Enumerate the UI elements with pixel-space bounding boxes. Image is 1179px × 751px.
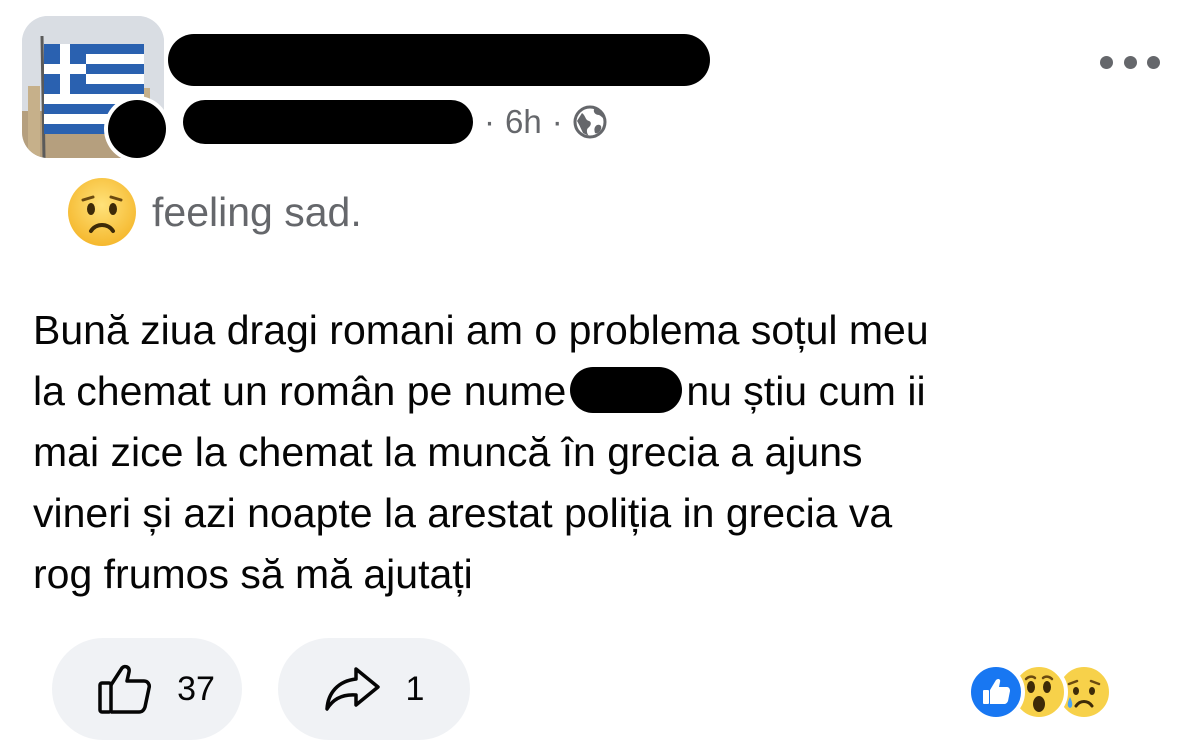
meta-separator: · [551,103,563,140]
more-dot [1147,55,1160,69]
like-button[interactable]: 37 [52,638,242,740]
more-icon[interactable] [1100,50,1160,74]
post-line: rog frumos să mă ajutați [33,551,473,597]
post-avatar-group[interactable] [22,16,170,162]
share-count: 1 [405,669,425,708]
user-avatar[interactable] [104,96,170,162]
like-count: 37 [177,669,215,708]
sad-face-icon [68,178,136,246]
user-avatar-redacted [108,100,166,158]
post-line: Bună ziua dragi romani am o problema soț… [33,307,929,353]
feeling-activity[interactable]: feeling sad. [66,176,362,248]
post-meta: · 6h · [484,100,607,144]
post-line: vineri și azi noapte la arestat poliția … [33,490,893,536]
post-line: mai zice la chemat la muncă în grecia a … [33,429,863,475]
share-arrow-icon [324,667,380,711]
like-reaction-icon [967,663,1025,721]
author-name-redacted[interactable] [168,34,710,86]
more-dot [1123,55,1137,69]
post-line: la chemat un român pe nume [33,368,567,414]
post-timestamp[interactable]: 6h [505,103,542,141]
group-name-redacted[interactable] [183,100,473,144]
post-line: nu știu cum ii [686,368,926,414]
share-button[interactable]: 1 [278,638,470,740]
reactions-summary[interactable] [966,662,1116,722]
globe-icon[interactable] [573,105,607,139]
post-body: Bună ziua dragi romani am o problema soț… [33,300,1133,605]
feeling-text: feeling sad. [152,188,362,235]
name-redacted [570,367,683,413]
thumbs-up-icon [98,664,152,714]
more-dot [1100,55,1113,69]
meta-separator: · [484,103,495,140]
